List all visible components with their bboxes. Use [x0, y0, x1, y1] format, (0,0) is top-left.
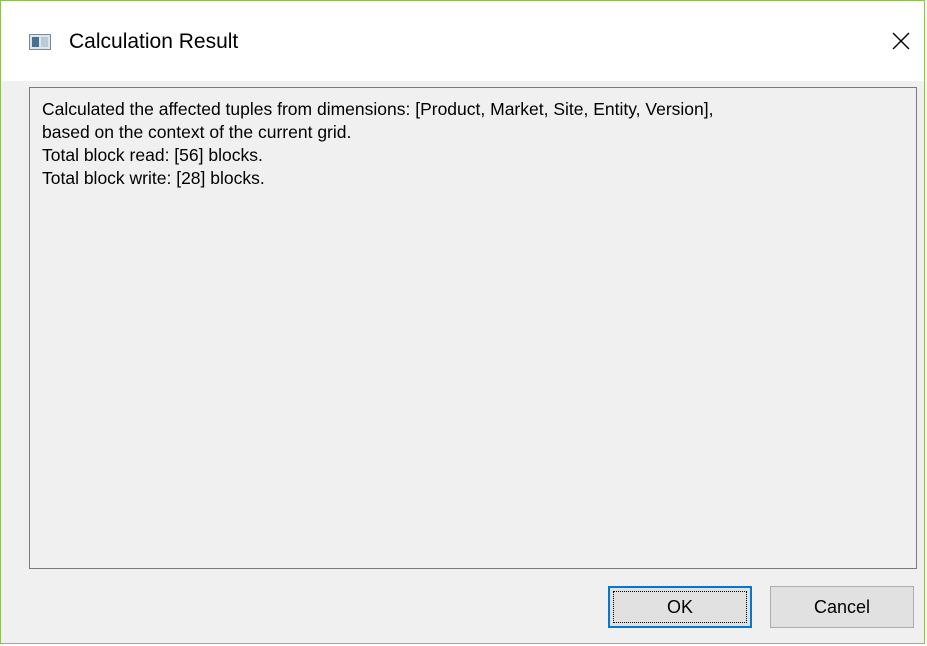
message-textbox[interactable]: Calculated the affected tuples from dime… [29, 87, 917, 569]
close-button[interactable] [878, 13, 924, 69]
dialog-title: Calculation Result [69, 30, 239, 53]
close-icon [892, 32, 910, 50]
message-line: Calculated the affected tuples from dime… [42, 99, 714, 119]
cancel-button-label: Cancel [813, 596, 871, 617]
ok-button[interactable]: OK [608, 586, 752, 628]
calculation-result-dialog: Calculation Result Calculated the affect… [0, 0, 925, 644]
app-window-icon [29, 34, 51, 50]
focus-rectangle [613, 591, 747, 623]
message-line: Total block read: [56] blocks. [42, 145, 263, 165]
title-bar[interactable]: Calculation Result [1, 1, 924, 81]
cancel-button[interactable]: Cancel [770, 586, 914, 628]
message-line: Total block write: [28] blocks. [42, 168, 265, 188]
message-line: based on the context of the current grid… [42, 122, 352, 142]
